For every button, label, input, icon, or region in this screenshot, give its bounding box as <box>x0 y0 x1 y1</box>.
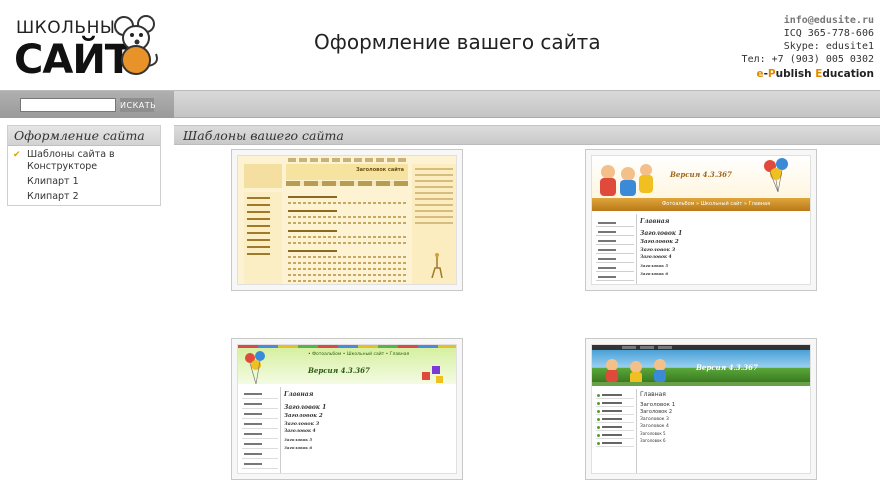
children-drawing-icon <box>600 164 653 196</box>
contact-skype: Skype: edusite1 <box>783 41 874 52</box>
preview-content <box>286 190 408 284</box>
preview-titlebar: Заголовок сайта <box>286 164 408 180</box>
giraffe-icon <box>431 253 443 278</box>
search-input[interactable] <box>20 98 116 112</box>
brand-epublish[interactable]: e-Publish Education <box>756 68 874 80</box>
preview-topline <box>288 158 408 162</box>
preview-site-title: Заголовок сайта <box>356 167 404 173</box>
sidebar-item-clipart-2[interactable]: Клипарт 2 <box>8 191 160 203</box>
sidebar-item-clipart-1[interactable]: Клипарт 1 <box>8 176 160 188</box>
preview-banner: • Фотоальбом • Школьный сайт • Главная В… <box>238 348 456 385</box>
template-preview: Заголовок сайта <box>237 155 457 285</box>
template-preview: • Фотоальбом • Школьный сайт • Главная В… <box>237 344 457 474</box>
site-logo[interactable]: ШКОЛЬНЫЙ САЙТ <box>14 15 164 84</box>
content-title: Шаблоны вашего сайта <box>174 125 880 145</box>
template-thumbnail-yellow[interactable]: Заголовок сайта <box>231 149 463 291</box>
contacts-block: info@edusite.ru ICQ 365-778-606 Skype: e… <box>742 14 874 66</box>
mouse-mascot-icon <box>114 15 158 75</box>
preview-version: Версия 4.3.367 <box>308 366 370 375</box>
balloons-icon <box>245 351 265 385</box>
preview-nav <box>596 391 634 451</box>
page-title: Оформление вашего сайта <box>314 30 601 54</box>
template-thumbnail-kids[interactable]: Версия 4.3.367 Фотоальбом » Школьный сай… <box>585 149 817 291</box>
preview-breadcrumb: • Фотоальбом • Школьный сайт • Главная <box>308 352 410 357</box>
contact-icq: ICQ 365-778-606 <box>783 28 874 39</box>
header: ШКОЛЬНЫЙ САЙТ Оформление вашего сайта in… <box>0 0 880 90</box>
preview-headings: Главная Заголовок 1 Заголовок 2 Заголово… <box>640 391 676 443</box>
preview-menu <box>286 181 408 186</box>
preview-nav <box>596 218 634 284</box>
template-preview: Версия 4.3.367 Главная Заголовок 1 Загол… <box>591 344 811 474</box>
template-thumbnail-nature[interactable]: Версия 4.3.367 Главная Заголовок 1 Загол… <box>585 338 817 480</box>
preview-headings: Главная Заголовок 1 Заголовок 2 Заголово… <box>640 218 683 276</box>
search-bar: ИСКАТЬ <box>0 90 880 118</box>
preview-logo-area <box>244 164 282 188</box>
sidebar-item-templates[interactable]: Шаблоны сайта в Конструкторе <box>8 149 160 173</box>
preview-breadcrumb-strip: Фотоальбом » Школьный сайт » Главная <box>592 198 810 211</box>
preview-headings: Главная Заголовок 1 Заголовок 2 Заголово… <box>284 391 327 450</box>
toy-cubes-icon <box>422 366 443 383</box>
preview-version: Версия 4.3.367 <box>696 363 758 372</box>
preview-sidebar <box>244 192 282 284</box>
contact-phone: Тел: +7 (903) 005 0302 <box>741 54 874 65</box>
sidebar-title: Оформление сайта <box>8 126 160 146</box>
preview-nav <box>242 389 278 473</box>
preview-version: Версия 4.3.367 <box>670 170 732 179</box>
contact-email[interactable]: info@edusite.ru <box>742 14 874 27</box>
sidebar-menu: Шаблоны сайта в Конструкторе Клипарт 1 К… <box>8 146 160 203</box>
preview-banner: Версия 4.3.367 <box>592 350 810 384</box>
preview-banner: Версия 4.3.367 <box>592 156 810 198</box>
template-thumbnail-green[interactable]: • Фотоальбом • Школьный сайт • Главная В… <box>231 338 463 480</box>
sidebar: Оформление сайта Шаблоны сайта в Констру… <box>7 125 161 206</box>
template-preview: Версия 4.3.367 Фотоальбом » Школьный сай… <box>591 155 811 285</box>
balloons-icon <box>764 158 788 193</box>
search-button[interactable]: ИСКАТЬ <box>120 98 156 112</box>
